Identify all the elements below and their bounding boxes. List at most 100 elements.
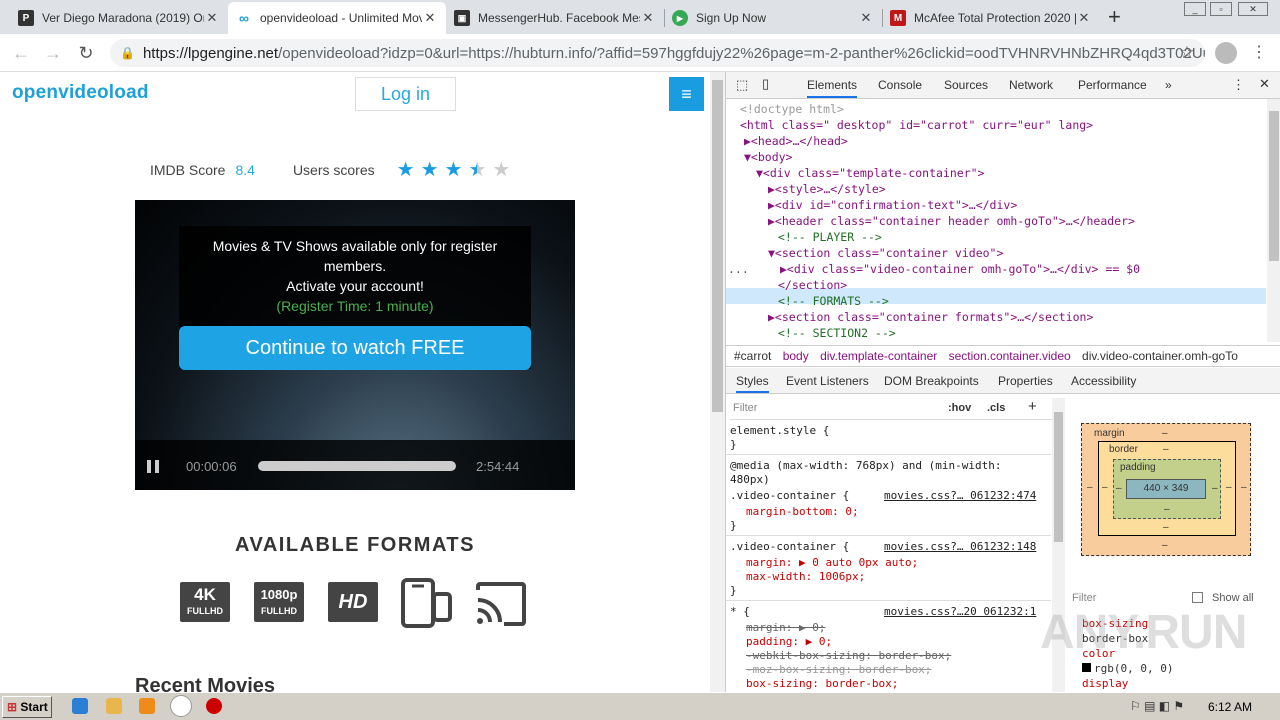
progress-bar[interactable] bbox=[258, 461, 456, 471]
close-icon[interactable]: ✕ bbox=[204, 10, 220, 26]
dom-line[interactable]: ▶<head>…</head> bbox=[744, 133, 848, 149]
tab-openvideoload[interactable]: ∞ openvideoload - Unlimited Movie ✕ bbox=[228, 2, 446, 34]
css-declaration[interactable]: margin: ▶ 0 auto 0px auto; bbox=[746, 556, 918, 570]
dom-line[interactable]: ▶<header class="container header omh-goT… bbox=[768, 213, 1135, 229]
folder-icon[interactable] bbox=[106, 698, 122, 714]
close-icon[interactable]: ✕ bbox=[1076, 10, 1092, 26]
star-icon[interactable]: ★ bbox=[492, 157, 510, 182]
css-declaration[interactable]: margin: ▶ 0; bbox=[746, 621, 825, 635]
bookmark-star-icon[interactable]: ☆ bbox=[1176, 42, 1198, 64]
ie-icon[interactable] bbox=[72, 698, 88, 714]
css-declaration[interactable]: -moz-box-sizing: border-box; bbox=[746, 663, 931, 677]
breadcrumb-item[interactable]: div.template-container bbox=[820, 349, 937, 363]
profile-avatar-icon[interactable] bbox=[1215, 42, 1237, 64]
tab-maradona[interactable]: P Ver Diego Maradona (2019) Onli ✕ bbox=[10, 2, 228, 34]
dom-line[interactable]: ▶<div id="confirmation-text">…</div> bbox=[768, 197, 1017, 213]
dom-dots[interactable]: ... bbox=[728, 261, 749, 277]
tab-console[interactable]: Console bbox=[878, 78, 922, 92]
tab-signup[interactable]: ▶ Sign Up Now ✕ bbox=[664, 2, 882, 34]
styles-filter-input[interactable]: Filter :hov .cls + bbox=[730, 398, 1055, 420]
dom-scrollbar[interactable] bbox=[1267, 99, 1280, 342]
tab-messengerhub[interactable]: ▣ MessengerHub. Facebook Messe ✕ bbox=[446, 2, 664, 34]
dom-comment[interactable]: <!-- PLAYER --> bbox=[778, 229, 882, 245]
tab-properties[interactable]: Properties bbox=[998, 374, 1053, 388]
page-scrollbar[interactable] bbox=[710, 72, 725, 692]
tab-elements[interactable]: Elements bbox=[807, 78, 858, 98]
tab-performance[interactable]: Performance bbox=[1078, 78, 1147, 92]
minimize-button[interactable]: _ bbox=[1184, 2, 1206, 16]
css-declaration[interactable]: margin-bottom: 0; bbox=[746, 505, 859, 519]
forward-icon[interactable]: → bbox=[42, 42, 64, 64]
device-toggle-icon[interactable]: ▯ bbox=[762, 76, 769, 92]
computed-prop[interactable]: display bbox=[1082, 676, 1266, 691]
tab-sources[interactable]: Sources bbox=[944, 78, 988, 92]
new-tab-button[interactable]: + bbox=[1108, 4, 1121, 30]
close-icon[interactable]: ✕ bbox=[1259, 76, 1270, 92]
tab-network[interactable]: Network bbox=[1009, 78, 1053, 92]
dom-line[interactable]: ▶<style>…</style> bbox=[768, 181, 886, 197]
dom-selected-line[interactable]: ▶<div class="video-container omh-goTo">…… bbox=[780, 261, 1140, 277]
video-player[interactable]: Movies & TV Shows available only for reg… bbox=[135, 200, 575, 490]
hov-toggle[interactable]: :hov bbox=[948, 402, 971, 414]
close-icon[interactable]: ✕ bbox=[858, 10, 874, 26]
css-rule-line[interactable]: element.style { bbox=[730, 424, 829, 438]
login-button[interactable]: Log in bbox=[355, 77, 456, 111]
half-star-icon[interactable]: ★ bbox=[468, 157, 486, 182]
css-declaration[interactable]: box-sizing: border-box; bbox=[746, 677, 898, 691]
reload-icon[interactable]: ↻ bbox=[75, 42, 97, 64]
css-declaration[interactable]: padding: ▶ 0; bbox=[746, 635, 832, 649]
media-player-icon[interactable] bbox=[139, 698, 155, 714]
css-selector[interactable]: * { bbox=[730, 605, 750, 619]
continue-watch-button[interactable]: Continue to watch FREE bbox=[179, 326, 531, 370]
kebab-menu-icon[interactable]: ⋮ bbox=[1248, 42, 1270, 64]
css-declaration[interactable]: -webkit-box-sizing: border-box; bbox=[746, 649, 951, 663]
css-source-link[interactable]: movies.css?… 061232:474 bbox=[884, 489, 1036, 503]
breadcrumb-item[interactable]: div.video-container.omh-goTo bbox=[1082, 349, 1238, 363]
tab-styles[interactable]: Styles bbox=[736, 374, 769, 393]
address-bar[interactable]: 🔒 https://lpgengine.net/openvideoload?id… bbox=[110, 39, 1205, 67]
start-button[interactable]: ⊞ Start bbox=[2, 696, 52, 718]
maximize-button[interactable]: ▫ bbox=[1210, 2, 1232, 16]
star-icon[interactable]: ★ bbox=[397, 157, 415, 182]
close-window-button[interactable]: ✕ bbox=[1238, 2, 1268, 16]
css-selector[interactable]: .video-container { bbox=[730, 489, 849, 503]
cls-toggle[interactable]: .cls bbox=[987, 402, 1005, 414]
dom-line[interactable]: <html class=" desktop" id="carrot" curr=… bbox=[740, 117, 1093, 133]
tab-accessibility[interactable]: Accessibility bbox=[1071, 374, 1136, 388]
dom-comment[interactable]: <!-- FORMATS --> bbox=[778, 293, 889, 309]
tab-dom-breakpoints[interactable]: DOM Breakpoints bbox=[884, 374, 979, 388]
color-swatch[interactable] bbox=[1082, 663, 1091, 672]
kebab-menu-icon[interactable]: ⋮ bbox=[1232, 77, 1245, 93]
css-selector[interactable]: .video-container { bbox=[730, 540, 849, 554]
mcafee-tray-icon[interactable] bbox=[206, 698, 222, 714]
dom-line[interactable]: ▼<section class="container video"> bbox=[768, 245, 1003, 261]
css-declaration[interactable]: max-width: 1006px; bbox=[746, 570, 865, 584]
more-tabs-button[interactable]: » bbox=[1165, 78, 1172, 92]
chrome-icon[interactable] bbox=[170, 695, 192, 717]
breadcrumb-item[interactable]: #carrot bbox=[734, 349, 771, 363]
tab-mcafee[interactable]: M McAfee Total Protection 2020 | ✕ bbox=[882, 2, 1100, 34]
close-icon[interactable]: ✕ bbox=[422, 10, 438, 26]
dom-line[interactable]: ▼<body> bbox=[744, 149, 792, 165]
css-source-link[interactable]: movies.css?…20 061232:1 bbox=[884, 605, 1036, 619]
back-icon[interactable]: ← bbox=[10, 42, 32, 64]
hamburger-menu-button[interactable]: ≡ bbox=[669, 77, 704, 111]
dom-line[interactable]: </section> bbox=[778, 277, 847, 293]
breadcrumb-item[interactable]: body bbox=[783, 349, 809, 363]
inspect-icon[interactable]: ⬚ bbox=[736, 77, 748, 93]
css-source-link[interactable]: movies.css?… 061232:148 bbox=[884, 540, 1036, 554]
star-icon[interactable]: ★ bbox=[445, 157, 463, 182]
pause-icon[interactable] bbox=[147, 460, 159, 473]
tray-icons[interactable]: ⚐ ▤ ◧ ⚑ bbox=[1130, 699, 1184, 713]
star-icon[interactable]: ★ bbox=[421, 157, 439, 182]
dom-comment[interactable]: <!-- SECTION2 --> bbox=[778, 325, 896, 341]
close-icon[interactable]: ✕ bbox=[640, 10, 656, 26]
site-logo[interactable]: openvideoload bbox=[12, 82, 149, 104]
dom-line[interactable]: <!doctype html> bbox=[740, 101, 844, 117]
tab-event-listeners[interactable]: Event Listeners bbox=[786, 374, 869, 388]
new-rule-button[interactable]: + bbox=[1028, 398, 1037, 415]
dom-line[interactable]: ▼<div class="template-container"> bbox=[756, 165, 984, 181]
dom-line[interactable]: ▶<section class="container formats">…</s… bbox=[768, 309, 1093, 325]
show-all-checkbox[interactable] bbox=[1192, 592, 1203, 603]
breadcrumb-item[interactable]: section.container.video bbox=[949, 349, 1071, 363]
